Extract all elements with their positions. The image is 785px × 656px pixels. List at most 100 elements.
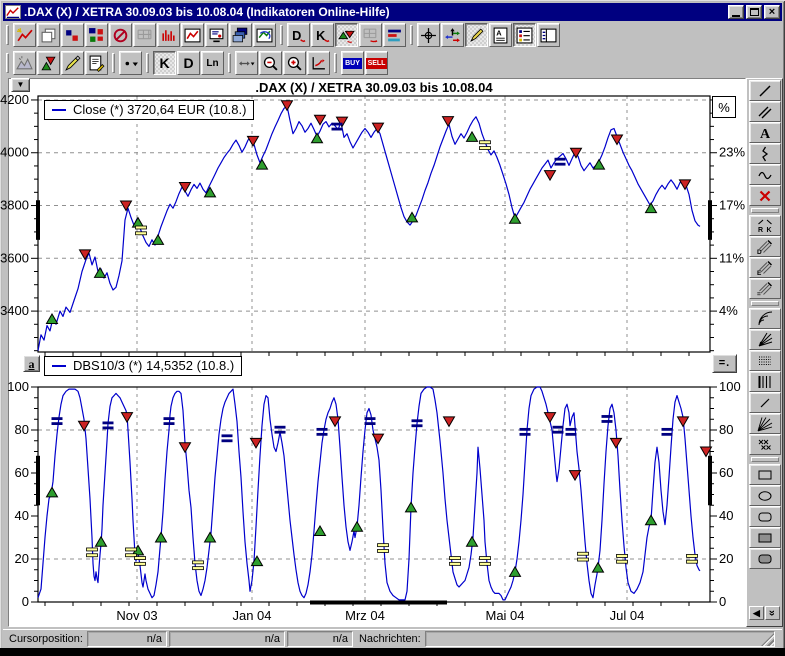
freehand-curve-tool[interactable] [749,164,781,185]
cursor-field-1: n/a [87,631,167,647]
text-tool[interactable]: A [749,122,781,143]
svg-text:=: = [757,291,761,297]
support-resistance-tool[interactable]: RK [749,215,781,236]
crosshatch-tool[interactable] [749,434,781,455]
retracement-rows-icon [757,353,773,369]
parallel-lines-tool[interactable] [749,101,781,122]
short-line-icon [757,395,773,411]
svg-text:Mai 04: Mai 04 [485,608,524,623]
scroll-more-button[interactable]: « [765,606,780,620]
fibonacci-arcs-tool[interactable] [749,308,781,329]
svg-text:17%: 17% [719,198,745,213]
ellipse-icon [757,488,773,504]
svg-text:20: 20 [719,551,733,566]
svg-text:3400: 3400 [0,303,29,318]
svg-text:Jul 04: Jul 04 [610,608,645,623]
svg-text:40: 40 [719,508,733,523]
price-legend: Close (*) 3720,64 EUR (10.8.) [44,100,254,120]
toolbar-separator [751,457,779,462]
rounded-rect-tool[interactable] [749,506,781,527]
fibonacci-arcs-icon [757,311,773,327]
speed-lines-icon [757,332,773,348]
svg-text:Jan 04: Jan 04 [232,608,271,623]
delete-drawing-icon [757,188,773,204]
svg-text:0: 0 [719,594,726,609]
messages-field [425,631,775,647]
delete-drawing-tool[interactable] [749,185,781,206]
signal-markers [47,413,712,577]
trendline-tool[interactable] [749,80,781,101]
gann-fan-tool[interactable] [749,413,781,434]
application-window: .DAX (X) / XETRA 30.09.03 bis 10.08.04 (… [0,0,785,656]
retracement-rows-tool[interactable] [749,350,781,371]
x-axis-labels: Nov 03Jan 04Mrz 04Mai 04Jul 04 [116,608,644,623]
zigzag-tool[interactable] [749,143,781,164]
filled-rect-icon [757,530,773,546]
bottom-strip [0,648,785,656]
svg-text:R: R [758,227,763,234]
svg-text:Nov 03: Nov 03 [116,608,157,623]
price-legend-text: Close (*) 3720,64 EUR (10.8.) [73,102,246,117]
filled-rounded-rect-icon [757,551,773,567]
svg-text:4200: 4200 [0,92,29,107]
svg-text:3800: 3800 [0,198,29,213]
rectangle-tool[interactable] [749,464,781,485]
chart-canvas[interactable]: 4200400038003600340023%17%11%4%100806040… [0,0,785,656]
freehand-curve-icon [757,167,773,183]
rectangle-icon [757,467,773,483]
speed-lines-tool[interactable] [749,329,781,350]
svg-text:3600: 3600 [0,250,29,265]
cursor-field-3: n/a [287,631,353,647]
svg-text:80: 80 [719,422,733,437]
pane-a-button[interactable]: a [23,355,40,372]
trendline-icon [757,83,773,99]
hatch-d-icon: D [757,239,773,255]
hatch-d-tool[interactable]: D [749,236,781,257]
svg-text:D: D [757,249,762,255]
resize-grip[interactable] [761,633,774,646]
svg-text:100: 100 [719,379,741,394]
vertical-lines-tool[interactable] [749,371,781,392]
indicator-plot[interactable]: 100806040200100806040200 [7,379,740,609]
cursor-position-label: Cursorposition: [9,633,83,645]
rounded-rect-icon [757,509,773,525]
svg-text:0: 0 [22,594,29,609]
toolbar-separator [751,301,779,306]
chart-title: .DAX (X) / XETRA 30.09.03 bis 10.08.04 [38,80,710,95]
text-icon: A [757,125,773,141]
short-line-tool[interactable] [749,392,781,413]
hatch-e-tool[interactable]: E [749,257,781,278]
parallel-lines-icon [757,104,773,120]
filled-rounded-rect-tool[interactable] [749,548,781,569]
messages-label: Nachrichten: [359,633,421,645]
cursor-field-2: n/a [169,631,285,647]
scroll-left-button[interactable]: ◀ [749,606,764,620]
collapse-pane-button[interactable]: ▼ [11,78,30,92]
toolbar-separator [751,208,779,213]
gann-fan-icon [757,416,773,432]
svg-text:4%: 4% [719,303,738,318]
vertical-lines-icon [757,374,773,390]
double-chevron-down-icon: « [767,610,779,616]
svg-text:11%: 11% [719,250,744,265]
crosshatch-icon [757,437,773,453]
svg-text:E: E [757,270,762,276]
svg-text:4000: 4000 [0,145,29,160]
svg-text:60: 60 [719,465,733,480]
hatch-eq-icon: = [757,281,773,297]
ellipse-tool[interactable] [749,485,781,506]
legend-line-sample [52,365,66,367]
status-bar: Cursorposition: n/a n/a n/a Nachrichten: [3,629,782,648]
hatch-eq-tool[interactable]: = [749,278,781,299]
svg-text:A: A [760,127,771,141]
support-resistance-icon: RK [757,218,773,234]
svg-text:K: K [766,227,771,234]
percent-axis-label: % [712,96,736,118]
svg-text:40: 40 [15,508,29,523]
price-plot[interactable]: 4200400038003600340023%17%11%4% [0,92,745,356]
hatch-e-icon: E [757,260,773,276]
filled-rect-tool[interactable] [749,527,781,548]
svg-text:20: 20 [15,551,29,566]
event-period-bar [310,601,447,605]
indicator-properties-button[interactable]: =. [712,354,737,373]
